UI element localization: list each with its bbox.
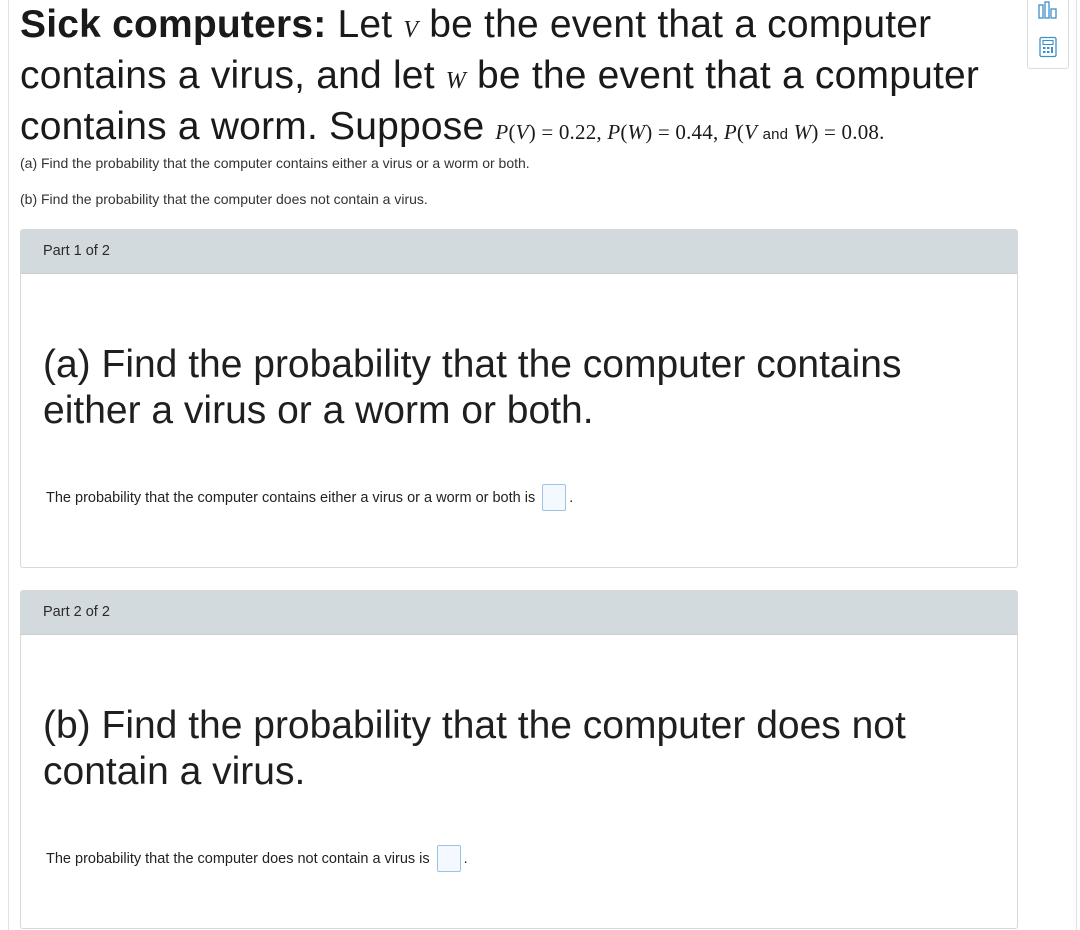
bar-chart-icon[interactable] xyxy=(1037,0,1059,22)
problem-title: Sick computers: xyxy=(20,3,327,46)
part-1-answer-prompt: The probability that the computer contai… xyxy=(46,489,536,506)
p-v-and-w-value: 0.08 xyxy=(841,120,880,144)
part-2-panel: Part 2 of 2 (b) Find the probability tha… xyxy=(20,590,1018,929)
part-2-answer-line: The probability that the computer does n… xyxy=(46,845,468,872)
variable-v: V xyxy=(403,17,419,43)
part-1-period: . xyxy=(569,489,574,506)
part-2-header: Part 2 of 2 xyxy=(21,591,1017,635)
part-1-answer-line: The probability that the computer contai… xyxy=(46,484,573,511)
problem-content: Sick computers: Let V be the event that … xyxy=(20,0,1018,929)
part-1-header: Part 1 of 2 xyxy=(21,230,1017,274)
variable-w: W xyxy=(445,68,466,94)
part-1-question: (a) Find the probability that the comput… xyxy=(43,343,902,432)
problem-statement: Sick computers: Let V be the event that … xyxy=(20,0,1018,158)
p-w-value: 0.44 xyxy=(675,120,713,144)
part-2-question: (b) Find the probability that the comput… xyxy=(43,704,906,793)
part-2-period: . xyxy=(463,850,468,867)
statement-text-1: Let xyxy=(326,3,404,46)
p-v-value: 0.22 xyxy=(558,120,597,144)
question-a: (a) Find the probability that the comput… xyxy=(20,155,530,171)
part-1-answer-input[interactable] xyxy=(542,484,567,511)
part-2-answer-input[interactable] xyxy=(436,845,461,872)
tools-panel xyxy=(1027,0,1069,69)
given-probabilities: P(V) = 0.22, P(W) = 0.44, P(V and W) = 0… xyxy=(495,120,885,144)
question-b: (b) Find the probability that the comput… xyxy=(20,191,428,207)
part-2-answer-prompt: The probability that the computer does n… xyxy=(46,850,430,867)
calculator-icon[interactable] xyxy=(1037,36,1059,58)
part-1-panel: Part 1 of 2 (a) Find the probability tha… xyxy=(20,229,1018,568)
